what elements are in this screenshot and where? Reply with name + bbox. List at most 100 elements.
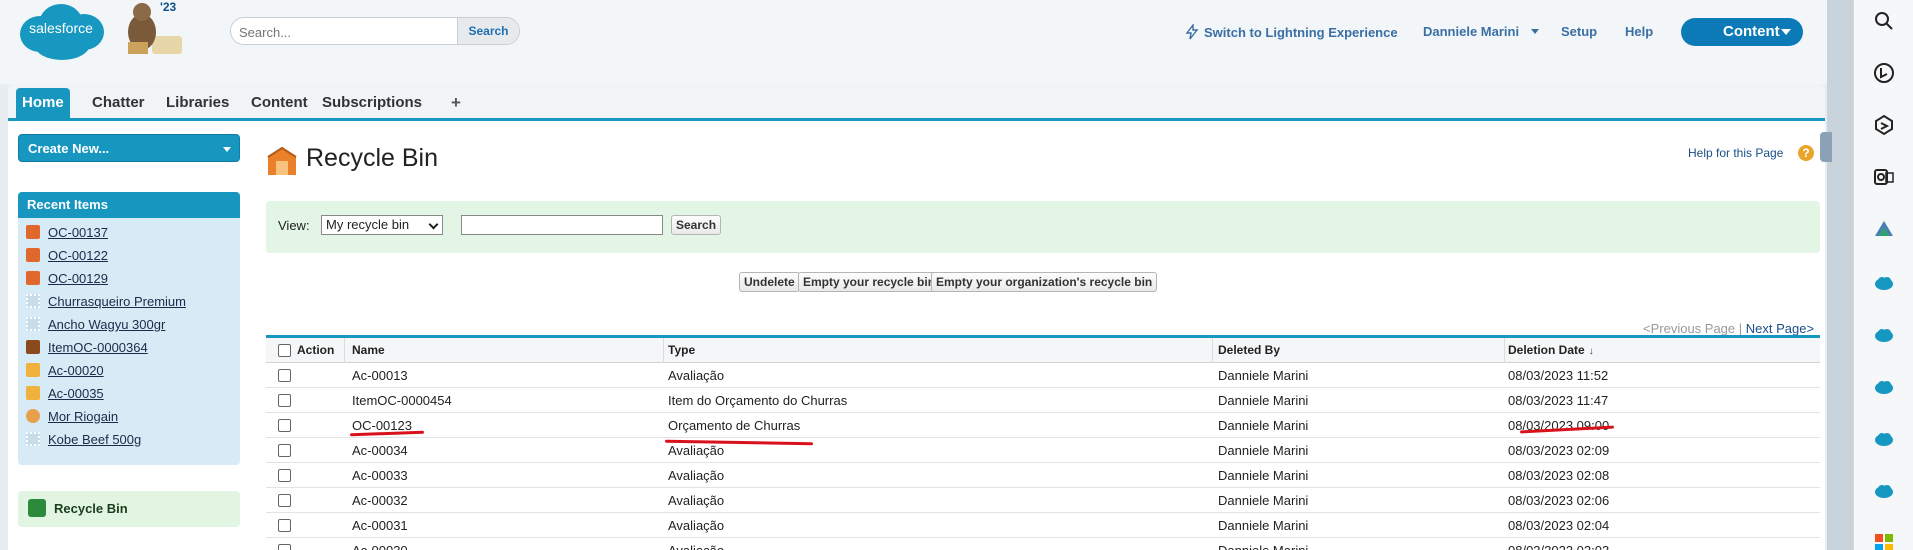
cloud-icon[interactable] xyxy=(1873,324,1895,346)
recent-item: OC-00129 xyxy=(26,269,108,289)
row-deletion-date: 08/03/2023 02:09 xyxy=(1508,443,1610,458)
deletion-date-label: Deletion Date xyxy=(1508,343,1585,357)
setup-link[interactable]: Setup xyxy=(1561,24,1597,39)
help-icon[interactable]: ? xyxy=(1798,145,1814,161)
row-name: ItemOC-0000454 xyxy=(352,393,452,408)
tab-home[interactable]: Home xyxy=(16,88,70,118)
column-header-type[interactable]: Type xyxy=(668,338,695,363)
person-icon xyxy=(26,409,40,423)
row-name: Ac-00013 xyxy=(352,368,408,383)
recent-item-link[interactable]: OC-00129 xyxy=(48,271,108,286)
recent-item-link[interactable]: Ac-00035 xyxy=(48,386,104,401)
undelete-button[interactable]: Undelete xyxy=(739,272,800,292)
recycle-bin-icon xyxy=(267,146,297,175)
global-search-button[interactable]: Search xyxy=(457,18,519,44)
row-checkbox[interactable] xyxy=(278,519,291,532)
header: salesforce '23 Search Switch to Lightnin… xyxy=(0,0,1853,84)
row-name: Ac-00032 xyxy=(352,493,408,508)
create-new-label: Create New... xyxy=(28,141,110,156)
row-checkbox[interactable] xyxy=(278,469,291,482)
recent-item-link[interactable]: OC-00137 xyxy=(48,225,108,240)
app-menu-label: Content xyxy=(1723,23,1780,40)
recent-item-link[interactable]: Mor Riogain xyxy=(48,409,118,424)
recent-item: Ac-00035 xyxy=(26,384,104,404)
empty-org-recycle-bin-button[interactable]: Empty your organization's recycle bin xyxy=(931,272,1158,292)
row-deleted-by: Danniele Marini xyxy=(1218,393,1309,408)
drive-icon[interactable] xyxy=(1873,218,1895,240)
add-tab-button[interactable]: + xyxy=(445,88,467,118)
switch-to-lightning-link[interactable]: Switch to Lightning Experience xyxy=(1185,22,1398,40)
table-row: Ac-00030 Avaliação Danniele Marini 08/03… xyxy=(266,538,1820,550)
row-checkbox[interactable] xyxy=(278,369,291,382)
microsoft-icon[interactable] xyxy=(1873,532,1895,550)
recent-items-panel: Recent Items OC-00137 OC-00122 OC-00129 … xyxy=(18,192,240,465)
help-link[interactable]: Help xyxy=(1625,24,1653,39)
recent-item-link[interactable]: Churrasqueiro Premium xyxy=(48,294,186,309)
cloud-icon[interactable] xyxy=(1873,376,1895,398)
column-header-deletion-date[interactable]: Deletion Date ↓ xyxy=(1508,338,1594,363)
cloud-icon[interactable] xyxy=(1873,428,1895,450)
row-deletion-date: 08/03/2023 11:52 xyxy=(1508,368,1609,383)
salesforce-logo[interactable]: salesforce xyxy=(14,0,108,62)
grid-icon xyxy=(26,294,40,308)
copilot-icon[interactable] xyxy=(1873,114,1895,136)
hand-icon xyxy=(26,363,40,377)
recent-item-link[interactable]: Kobe Beef 500g xyxy=(48,432,141,447)
search-icon[interactable] xyxy=(1873,10,1895,32)
column-header-action: Action xyxy=(297,343,335,357)
row-checkbox[interactable] xyxy=(278,444,291,457)
main-panel: Create New... Recent Items OC-00137 OC-0… xyxy=(8,121,1825,550)
pagination: <Previous Page | Next Page> xyxy=(1643,321,1814,336)
user-menu[interactable]: Danniele Marini xyxy=(1423,24,1539,39)
cloud-icon[interactable] xyxy=(1873,480,1895,502)
row-type: Avaliação xyxy=(668,468,725,483)
row-deletion-date: 08/03/2023 02:04 xyxy=(1508,518,1610,533)
row-checkbox[interactable] xyxy=(278,494,291,507)
sidebar-recycle-bin-link[interactable]: Recycle Bin xyxy=(18,491,240,527)
user-name: Danniele Marini xyxy=(1423,24,1520,39)
table-row: Ac-00013 Avaliação Danniele Marini 08/03… xyxy=(266,363,1820,388)
grid-icon xyxy=(26,317,40,331)
global-search-input[interactable] xyxy=(239,22,449,42)
help-for-page-link[interactable]: Help for this Page xyxy=(1688,146,1783,160)
recent-item: OC-00137 xyxy=(26,223,108,243)
recent-item: Ancho Wagyu 300gr xyxy=(26,315,165,335)
recent-item: OC-00122 xyxy=(26,246,108,266)
recent-item-link[interactable]: Ac-00020 xyxy=(48,363,104,378)
create-new-button[interactable]: Create New... xyxy=(18,134,240,162)
sidebar-toggle-handle[interactable] xyxy=(1820,132,1832,162)
table-row: Ac-00031 Avaliação Danniele Marini 08/03… xyxy=(266,513,1820,538)
row-checkbox[interactable] xyxy=(278,544,291,550)
column-header-deleted-by[interactable]: Deleted By xyxy=(1218,338,1280,363)
next-page-link[interactable]: Next Page> xyxy=(1746,321,1814,336)
tab-chatter[interactable]: Chatter xyxy=(86,88,151,118)
table-row: ItemOC-0000454 Item do Orçamento do Chur… xyxy=(266,388,1820,413)
cloud-icon[interactable] xyxy=(1873,272,1895,294)
column-header-name[interactable]: Name xyxy=(352,338,385,363)
tab-subscriptions[interactable]: Subscriptions xyxy=(316,88,428,118)
tab-libraries[interactable]: Libraries xyxy=(160,88,235,118)
recent-item-link[interactable]: ItemOC-0000364 xyxy=(48,340,148,355)
recent-item: Kobe Beef 500g xyxy=(26,430,141,450)
bing-chat-icon[interactable] xyxy=(1873,62,1895,84)
tab-content[interactable]: Content xyxy=(245,88,314,118)
page-title: Recycle Bin xyxy=(306,144,438,172)
row-checkbox[interactable] xyxy=(278,419,291,432)
empty-recycle-bin-button[interactable]: Empty your recycle bin xyxy=(798,272,941,292)
row-type: Avaliação xyxy=(668,368,725,383)
row-name: Ac-00034 xyxy=(352,443,408,458)
recent-item: Mor Riogain xyxy=(26,407,118,427)
recent-item-link[interactable]: Ancho Wagyu 300gr xyxy=(48,317,165,332)
row-deletion-date: 08/03/2023 09:00 xyxy=(1508,418,1610,433)
row-checkbox[interactable] xyxy=(278,394,291,407)
recent-item-link[interactable]: OC-00122 xyxy=(48,248,108,263)
recycle-search-input[interactable] xyxy=(461,215,663,235)
view-selected-value: My recycle bin xyxy=(326,217,410,232)
view-select[interactable]: My recycle bin xyxy=(321,215,443,235)
select-all-checkbox[interactable] xyxy=(278,344,291,357)
app-menu-button[interactable]: Content xyxy=(1681,18,1803,46)
recycle-search-button[interactable]: Search xyxy=(671,215,722,235)
row-deleted-by: Danniele Marini xyxy=(1218,493,1309,508)
outlook-icon[interactable] xyxy=(1873,166,1895,188)
recycle-bin-label: Recycle Bin xyxy=(54,501,128,516)
